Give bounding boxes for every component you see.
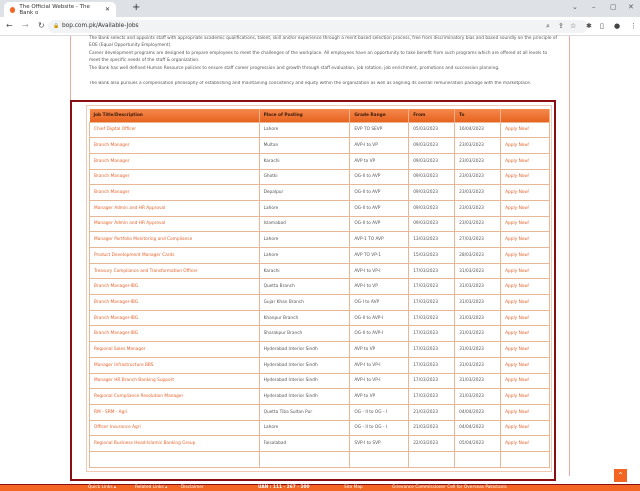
minimize-button[interactable]: – bbox=[592, 3, 596, 11]
profile-avatar-icon[interactable]: ● bbox=[614, 22, 620, 30]
extensions-icon[interactable]: ✱ bbox=[586, 22, 592, 30]
related-links-menu[interactable]: Related Links ▴ bbox=[135, 485, 167, 490]
uan-number: UAN : 111 - 267 - 200 bbox=[258, 485, 310, 490]
grievance-link[interactable]: Grievance Commissioner Cell for Overseas… bbox=[392, 485, 507, 490]
sitemap-link[interactable]: Site Map bbox=[344, 485, 363, 490]
site-favicon-icon bbox=[10, 6, 16, 13]
share-icon[interactable]: ⇪ bbox=[558, 22, 564, 30]
new-tab-button[interactable]: + bbox=[132, 2, 140, 13]
scroll-to-top-icon[interactable]: ⌃ bbox=[614, 469, 627, 482]
quick-links-menu[interactable]: Quick Links ▴ bbox=[88, 485, 116, 490]
browser-tab[interactable]: The Official Website - The Bank o ✕ bbox=[4, 2, 116, 17]
intro-paragraph: The Bank also pursues a compensation phi… bbox=[89, 81, 532, 86]
tab-title: The Official Website - The Bank o bbox=[19, 3, 90, 16]
intro-paragraph: The Bank selects and appoints staff with… bbox=[89, 36, 557, 48]
zoom-icon[interactable]: ⌕ bbox=[546, 22, 550, 31]
url-input[interactable]: 🔒 bop.com.pk/Available-Jobs bbox=[48, 20, 588, 33]
highlight-box bbox=[70, 100, 556, 481]
back-button[interactable]: ← bbox=[6, 21, 13, 30]
forward-button[interactable]: → bbox=[22, 21, 29, 30]
bookmark-star-icon[interactable]: ☆ bbox=[570, 22, 576, 30]
reload-button[interactable]: ↻ bbox=[38, 21, 45, 30]
address-bar-row: ← → ↻ 🔒 bop.com.pk/Available-Jobs ⌕ ⇪ ☆ … bbox=[0, 17, 640, 36]
maximize-button[interactable]: ▢ bbox=[610, 3, 617, 11]
intro-paragraph: The Bank has well defined Human Resource… bbox=[89, 66, 500, 71]
close-window-button[interactable]: ✕ bbox=[628, 3, 634, 11]
browser-tab-bar: The Official Website - The Bank o ✕ + ⌄ … bbox=[0, 0, 640, 17]
url-text: bop.com.pk/Available-Jobs bbox=[62, 23, 139, 29]
tab-search-icon[interactable]: ⌄ bbox=[572, 3, 578, 11]
side-panel-icon[interactable]: ▯ bbox=[600, 22, 604, 30]
intro-paragraph: Career development programs are designed… bbox=[89, 51, 548, 63]
disclaimer-link[interactable]: Disclaimer bbox=[181, 485, 204, 490]
menu-icon[interactable]: ⋮ bbox=[630, 22, 637, 30]
lock-icon: 🔒 bbox=[53, 23, 60, 29]
footer-bar: Quick Links ▴ Related Links ▴ Disclaimer… bbox=[0, 484, 640, 491]
close-tab-icon[interactable]: ✕ bbox=[105, 6, 110, 13]
